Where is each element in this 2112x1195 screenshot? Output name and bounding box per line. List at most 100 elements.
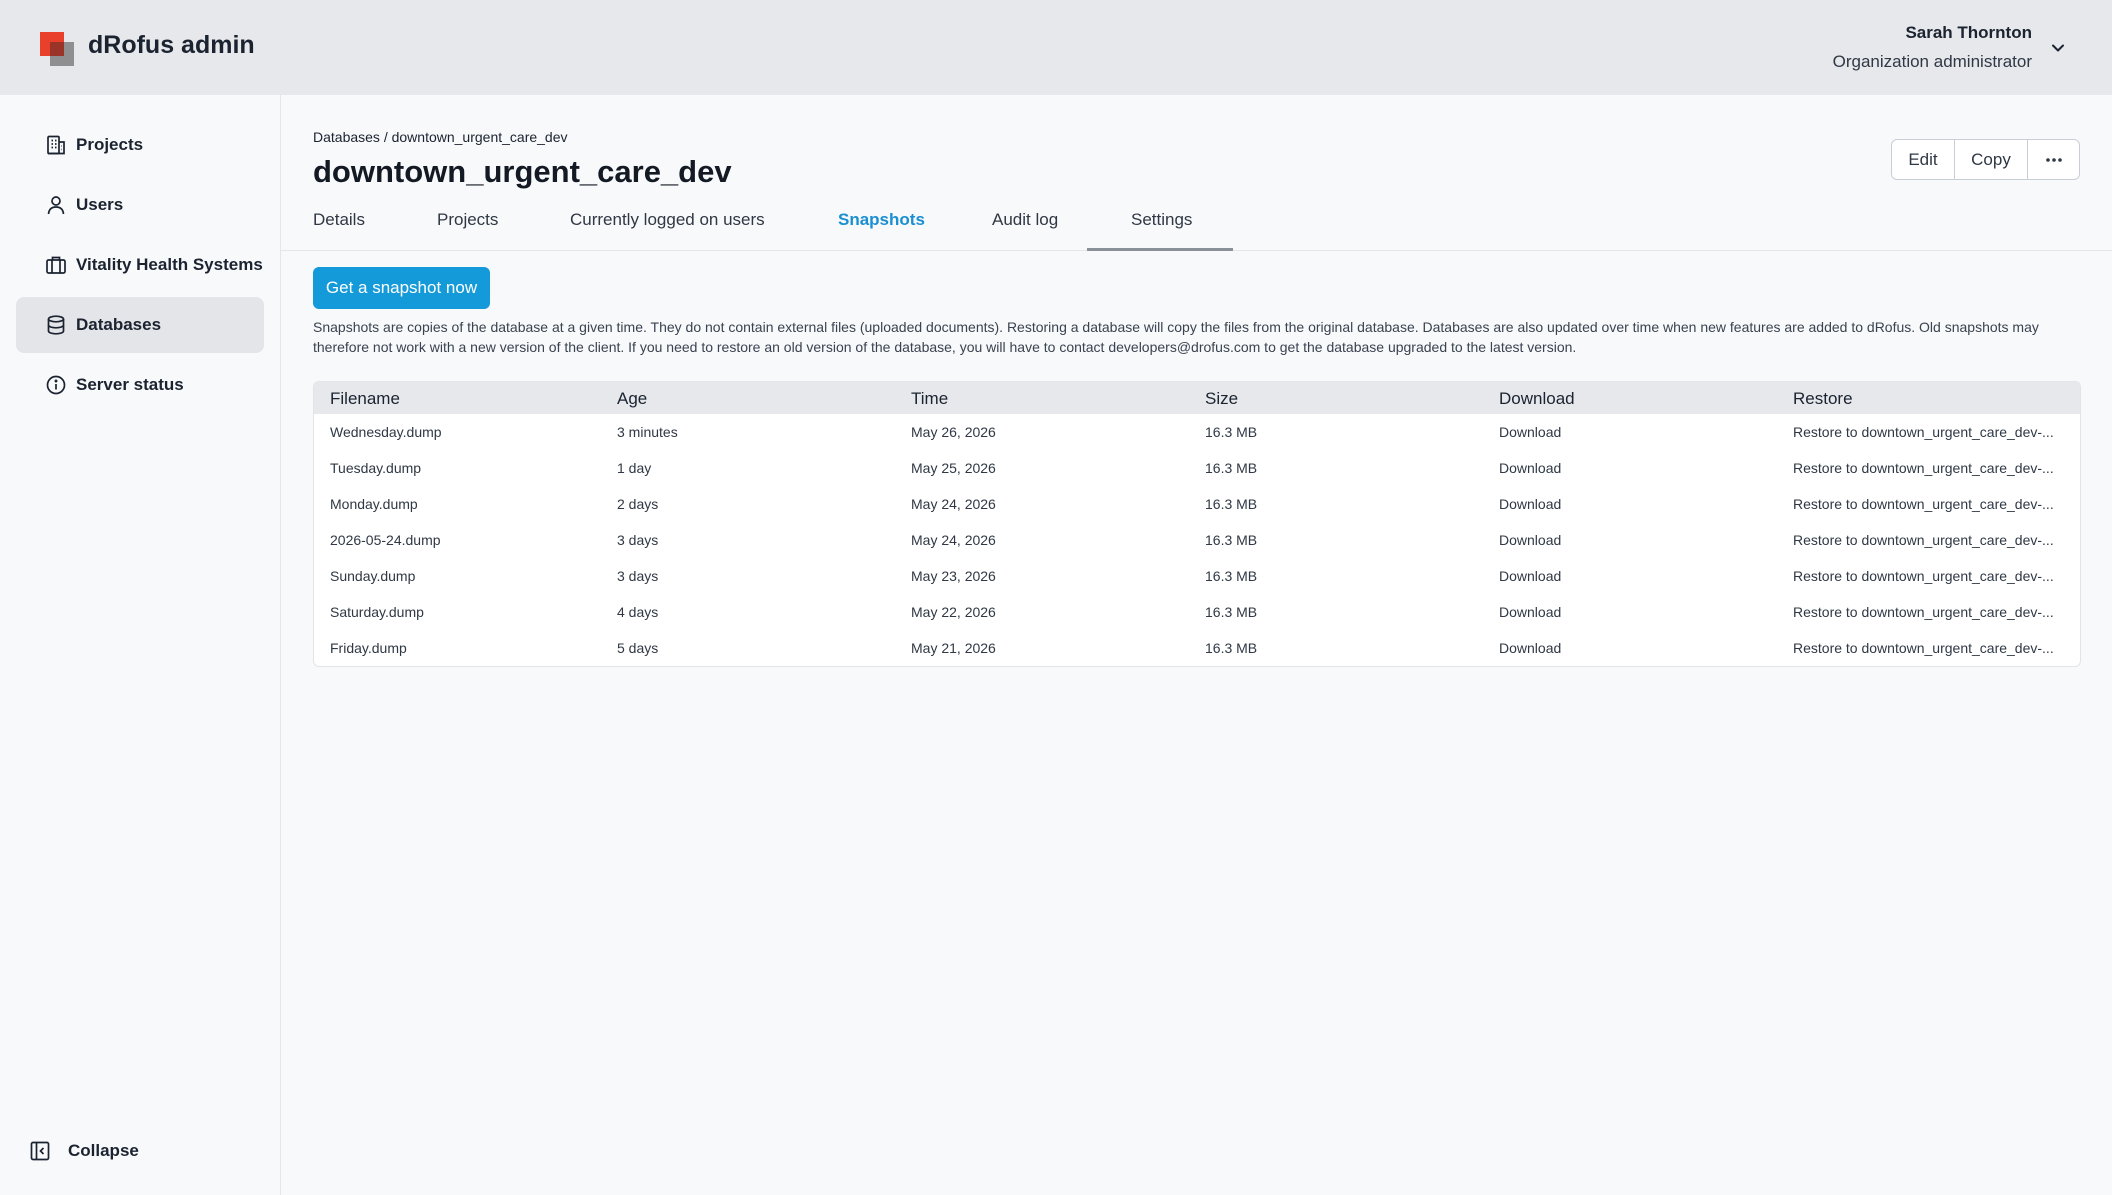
filename-cell: Wednesday.dump <box>330 424 442 440</box>
size-cell: 16.3 MB <box>1205 532 1258 548</box>
building-icon <box>44 133 68 157</box>
size-cell: 16.3 MB <box>1205 424 1258 440</box>
restore-link[interactable]: Restore to downtown_urgent_care_dev-... <box>1793 460 2054 476</box>
drofus-logo <box>40 32 74 66</box>
restore-link[interactable]: Restore to downtown_urgent_care_dev-... <box>1793 640 2054 656</box>
sidebar-item-label: Server status <box>76 375 184 394</box>
sidebar-item-server-status[interactable]: Server status <box>16 357 264 413</box>
briefcase-icon <box>44 253 68 277</box>
user-role: Organization administrator <box>1832 52 2032 71</box>
app-title: dRofus admin <box>88 31 255 59</box>
filename-cell: Sunday.dump <box>330 568 416 584</box>
time-cell: May 24, 2026 <box>911 532 996 548</box>
restore-link[interactable]: Restore to downtown_urgent_care_dev-... <box>1793 496 2054 512</box>
tab-settings[interactable]: Settings <box>1131 210 1192 230</box>
age-cell: 3 days <box>617 532 659 548</box>
copy-button[interactable]: Copy <box>1954 140 2027 179</box>
tab-projects[interactable]: Projects <box>437 210 498 230</box>
download-link[interactable]: Download <box>1499 424 1561 440</box>
filename-cell: Tuesday.dump <box>330 460 422 476</box>
table-row: Tuesday.dump 1 day May 25, 2026 16.3 MB … <box>314 450 2080 486</box>
download-link[interactable]: Download <box>1499 532 1561 548</box>
time-cell: May 21, 2026 <box>911 640 996 656</box>
sidebar-item-users[interactable]: Users <box>16 177 264 233</box>
download-link[interactable]: Download <box>1499 640 1561 656</box>
time-cell: May 25, 2026 <box>911 460 996 476</box>
table-row: Sunday.dump 3 days May 23, 2026 16.3 MB … <box>314 558 2080 594</box>
table-row: 2026-05-24.dump 3 days May 24, 2026 16.3… <box>314 522 2080 558</box>
time-cell: May 22, 2026 <box>911 604 996 620</box>
size-cell: 16.3 MB <box>1205 640 1258 656</box>
column-header-download: Download <box>1499 389 1575 408</box>
restore-link[interactable]: Restore to downtown_urgent_care_dev-... <box>1793 604 2054 620</box>
table-row: Monday.dump 2 days May 24, 2026 16.3 MB … <box>314 486 2080 522</box>
table-row: Saturday.dump 4 days May 22, 2026 16.3 M… <box>314 594 2080 630</box>
top-bar: dRofus admin Sarah Thornton Organization… <box>0 0 2112 95</box>
edit-button[interactable]: Edit <box>1892 140 1954 179</box>
tab-details[interactable]: Details <box>313 210 365 230</box>
sidebar-item-databases[interactable]: Databases <box>16 297 264 353</box>
download-link[interactable]: Download <box>1499 568 1561 584</box>
chevron-down-icon[interactable] <box>2048 38 2068 58</box>
filename-cell: Monday.dump <box>330 496 418 512</box>
size-cell: 16.3 MB <box>1205 460 1258 476</box>
restore-link[interactable]: Restore to downtown_urgent_care_dev-... <box>1793 424 2054 440</box>
column-header-restore: Restore <box>1793 389 1853 408</box>
table-row: Friday.dump 5 days May 21, 2026 16.3 MB … <box>314 630 2080 666</box>
get-snapshot-button[interactable]: Get a snapshot now <box>313 267 490 309</box>
time-cell: May 23, 2026 <box>911 568 996 584</box>
column-header-size: Size <box>1205 389 1239 408</box>
size-cell: 16.3 MB <box>1205 496 1258 512</box>
tab-audit-log[interactable]: Audit log <box>992 210 1058 230</box>
sidebar: Projects Users Vitality Health Systems D… <box>0 95 281 1195</box>
active-tab-indicator <box>1087 248 1233 251</box>
breadcrumb[interactable]: Databases / downtown_urgent_care_dev <box>313 129 568 145</box>
tab-snapshots[interactable]: Snapshots <box>838 210 925 230</box>
column-header-filename: Filename <box>330 389 400 408</box>
table-header: Filename Age Time Size Download Restore <box>314 382 2080 414</box>
action-button-group: Edit Copy <box>1891 139 2080 180</box>
filename-cell: Friday.dump <box>330 640 407 656</box>
download-link[interactable]: Download <box>1499 496 1561 512</box>
size-cell: 16.3 MB <box>1205 604 1258 620</box>
sidebar-item-label: Databases <box>76 315 162 334</box>
restore-link[interactable]: Restore to downtown_urgent_care_dev-... <box>1793 532 2054 548</box>
sidebar-item-label: Vitality Health Systems <box>76 255 263 274</box>
collapse-icon <box>28 1139 52 1163</box>
table-row: Wednesday.dump 3 minutes May 26, 2026 16… <box>314 414 2080 450</box>
user-icon <box>44 193 68 217</box>
download-link[interactable]: Download <box>1499 460 1561 476</box>
age-cell: 5 days <box>617 640 659 656</box>
ellipsis-icon <box>2045 157 2062 162</box>
sidebar-item-label: Users <box>76 195 124 214</box>
filename-cell: Saturday.dump <box>330 604 424 620</box>
size-cell: 16.3 MB <box>1205 568 1258 584</box>
time-cell: May 26, 2026 <box>911 424 996 440</box>
collapse-button[interactable]: Collapse <box>28 1139 139 1163</box>
age-cell: 4 days <box>617 604 659 620</box>
sidebar-item-organization[interactable]: Vitality Health Systems <box>16 237 264 293</box>
restore-link[interactable]: Restore to downtown_urgent_care_dev-... <box>1793 568 2054 584</box>
tab-bar: Details Projects Currently logged on use… <box>281 196 2112 251</box>
page-title: downtown_urgent_care_dev <box>313 154 732 189</box>
user-menu[interactable]: Sarah Thornton Organization administrato… <box>1833 23 2032 72</box>
column-header-time: Time <box>911 389 949 408</box>
snapshot-info-text: Snapshots are copies of the database at … <box>313 319 2039 355</box>
tab-currently-logged-on-users[interactable]: Currently logged on users <box>570 210 765 230</box>
age-cell: 3 days <box>617 568 659 584</box>
age-cell: 1 day <box>617 460 652 476</box>
age-cell: 3 minutes <box>617 424 678 440</box>
time-cell: May 24, 2026 <box>911 496 996 512</box>
download-link[interactable]: Download <box>1499 604 1561 620</box>
user-name: Sarah Thornton <box>1905 23 2032 42</box>
sidebar-item-projects[interactable]: Projects <box>16 117 264 173</box>
age-cell: 2 days <box>617 496 659 512</box>
database-icon <box>44 313 68 337</box>
collapse-label: Collapse <box>68 1141 139 1160</box>
sidebar-item-label: Projects <box>76 135 144 154</box>
snapshots-table: Filename Age Time Size Download Restore … <box>313 381 2081 667</box>
filename-cell: 2026-05-24.dump <box>330 532 441 548</box>
more-options-button[interactable] <box>2027 140 2079 179</box>
info-icon <box>44 373 68 397</box>
column-header-age: Age <box>617 389 648 408</box>
